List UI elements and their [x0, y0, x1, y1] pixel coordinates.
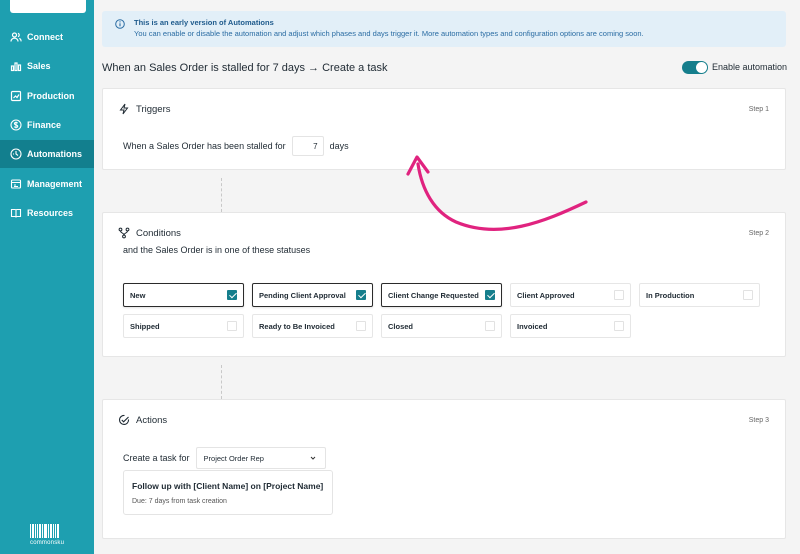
commonsku-logo: commonsku	[30, 524, 65, 552]
status-option-client-change-requested[interactable]: Client Change Requested	[381, 283, 502, 307]
trigger-suffix: days	[329, 141, 349, 151]
sidebar-item-connect[interactable]: Connect	[0, 23, 94, 51]
status-option-new[interactable]: New	[123, 283, 244, 307]
status-label: Client Change Requested	[388, 290, 479, 300]
notice-text: You can enable or disable the automation…	[134, 29, 644, 38]
status-option-in-production[interactable]: In Production	[639, 283, 760, 307]
logo-text: commonsku	[30, 540, 65, 546]
status-option-shipped[interactable]: Shipped	[123, 314, 244, 338]
branch-icon	[118, 227, 130, 239]
sidebar-top-bar	[10, 0, 86, 13]
main-content: This is an early version of Automations …	[94, 0, 800, 554]
status-option-client-approved[interactable]: Client Approved	[510, 283, 631, 307]
early-version-notice: This is an early version of Automations …	[102, 11, 786, 47]
status-label: Invoiced	[517, 321, 548, 331]
action-prefix: Create a task for	[123, 453, 190, 463]
status-label: Shipped	[130, 321, 160, 331]
status-label: In Production	[646, 290, 695, 300]
sidebar-item-resources[interactable]: Resources	[0, 199, 94, 227]
status-label: Closed	[388, 321, 414, 331]
info-icon	[115, 19, 125, 29]
task-card[interactable]: Follow up with [Client Name] on [Project…	[123, 470, 333, 515]
status-option-ready-to-be-invoiced[interactable]: Ready to Be Invoiced	[252, 314, 373, 338]
automation-icon	[10, 148, 22, 160]
notice-title: This is an early version of Automations	[134, 18, 274, 27]
status-option-closed[interactable]: Closed	[381, 314, 502, 338]
toggle-knob	[696, 62, 707, 73]
sidebar-item-label: Connect	[27, 32, 63, 42]
sidebar-item-label: Production	[27, 91, 75, 101]
lightning-icon	[119, 103, 129, 115]
status-label: Client Approved	[517, 290, 575, 300]
bar-chart-icon	[10, 60, 22, 72]
enable-automation-toggle[interactable]	[682, 61, 708, 74]
step-label: Step 3	[748, 417, 769, 424]
sidebar-item-finance[interactable]: Finance	[0, 111, 94, 139]
status-option-pending-client-approval[interactable]: Pending Client Approval	[252, 283, 373, 307]
sidebar-item-management[interactable]: Management	[0, 170, 94, 198]
actions-header: Actions	[118, 414, 167, 426]
sidebar-item-automations[interactable]: Automations	[0, 140, 94, 168]
checkbox[interactable]	[227, 321, 237, 331]
connector-line	[221, 365, 222, 399]
toggle-label: Enable automation	[712, 62, 788, 72]
management-icon	[10, 178, 22, 190]
step-label: Step 2	[748, 230, 769, 237]
action-rule: Create a task for Project Order Rep	[123, 447, 326, 469]
production-icon	[10, 90, 22, 102]
triggers-header: Triggers	[118, 103, 171, 115]
checkbox[interactable]	[485, 321, 495, 331]
actions-card: Actions Step 3 Create a task for Project…	[102, 399, 786, 539]
conditions-rule: and the Sales Order is in one of these s…	[123, 245, 311, 255]
status-label: New	[130, 290, 146, 300]
trigger-rule: When a Sales Order has been stalled for …	[123, 136, 349, 156]
triggers-card: Triggers Step 1 When a Sales Order has b…	[102, 88, 786, 170]
sidebar-item-production[interactable]: Production	[0, 82, 94, 110]
checkbox[interactable]	[614, 321, 624, 331]
checkbox[interactable]	[356, 290, 366, 300]
step-label: Step 1	[748, 106, 769, 113]
page-title: When an Sales Order is stalled for 7 day…	[102, 62, 388, 74]
assignee-value: Project Order Rep	[203, 453, 264, 463]
stalled-days-input[interactable]	[291, 136, 324, 156]
barcode-icon	[30, 524, 62, 538]
sidebar: Connect Sales Production Finance Automat…	[0, 0, 94, 554]
trigger-prefix: When a Sales Order has been stalled for	[123, 141, 286, 151]
task-title: Follow up with [Client Name] on [Project…	[132, 481, 324, 491]
status-label: Ready to Be Invoiced	[259, 321, 335, 331]
users-icon	[10, 31, 22, 43]
chevron-down-icon	[310, 456, 315, 460]
connector-line	[221, 178, 222, 212]
status-option-invoiced[interactable]: Invoiced	[510, 314, 631, 338]
triggers-title: Triggers	[136, 103, 171, 115]
sidebar-item-label: Resources	[27, 208, 74, 218]
book-icon	[10, 207, 22, 219]
dollar-icon	[10, 119, 22, 131]
assignee-select[interactable]: Project Order Rep	[195, 447, 326, 469]
task-due: Due: 7 days from task creation	[132, 498, 227, 505]
sidebar-item-label: Sales	[27, 61, 51, 71]
status-label: Pending Client Approval	[259, 290, 346, 300]
actions-title: Actions	[136, 414, 168, 426]
checkbox[interactable]	[485, 290, 495, 300]
conditions-card: Conditions Step 2 and the Sales Order is…	[102, 212, 786, 357]
conditions-title: Conditions	[136, 227, 181, 239]
conditions-header: Conditions	[118, 227, 181, 239]
checkbox[interactable]	[227, 290, 237, 300]
checkbox[interactable]	[614, 290, 624, 300]
sidebar-item-label: Management	[27, 179, 83, 189]
checkbox[interactable]	[743, 290, 753, 300]
checkbox[interactable]	[356, 321, 366, 331]
sidebar-item-sales[interactable]: Sales	[0, 52, 94, 80]
sidebar-item-label: Automations	[27, 149, 82, 159]
check-circle-icon	[119, 414, 130, 425]
sidebar-item-label: Finance	[27, 120, 62, 130]
